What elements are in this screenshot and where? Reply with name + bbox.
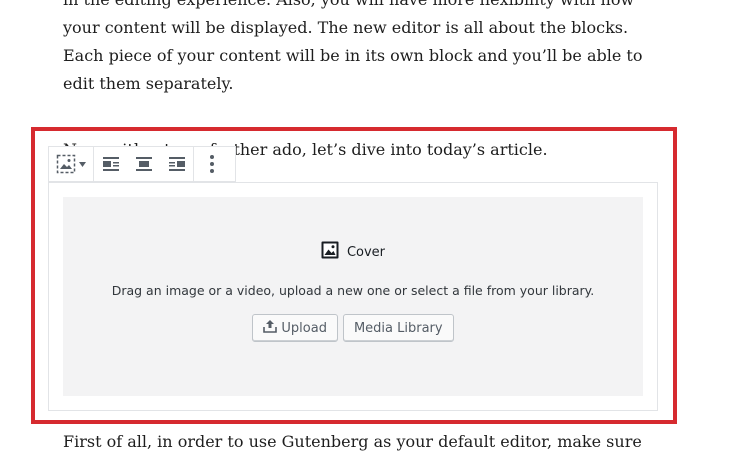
- align-right-button[interactable]: [160, 147, 193, 181]
- cover-icon: [321, 241, 339, 263]
- cover-placeholder[interactable]: Cover Drag an image or a video, upload a…: [63, 197, 643, 396]
- media-library-label: Media Library: [353, 320, 443, 336]
- block-switcher-group: [49, 147, 94, 181]
- block-toolbar: [48, 146, 236, 182]
- cover-actions: Upload Media Library: [63, 314, 643, 342]
- cover-block-icon: [56, 154, 76, 174]
- cover-instructions: Drag an image or a video, upload a new o…: [111, 283, 595, 298]
- align-right-icon: [168, 157, 185, 171]
- block-switcher-button[interactable]: [49, 147, 93, 181]
- alignment-group: [94, 147, 194, 181]
- upload-icon: [263, 319, 278, 337]
- media-library-button[interactable]: Media Library: [342, 314, 454, 342]
- cover-block[interactable]: Cover Drag an image or a video, upload a…: [48, 182, 658, 411]
- cover-placeholder-label: Cover: [63, 241, 643, 263]
- more-options-icon: [210, 155, 214, 173]
- align-left-icon: [102, 157, 119, 171]
- after-paragraph: First of all, in order to use Gutenberg …: [63, 432, 642, 451]
- more-options-button[interactable]: [194, 147, 230, 181]
- align-center-button[interactable]: [127, 147, 160, 181]
- cover-title: Cover: [346, 244, 386, 260]
- chevron-down-icon: [79, 161, 86, 167]
- upload-button[interactable]: Upload: [252, 314, 338, 342]
- align-left-button[interactable]: [94, 147, 127, 181]
- more-group: [194, 147, 230, 181]
- align-center-icon: [135, 157, 152, 171]
- intro-paragraph: in the editing experience. Also, you wil…: [63, 0, 643, 93]
- upload-label: Upload: [281, 320, 327, 336]
